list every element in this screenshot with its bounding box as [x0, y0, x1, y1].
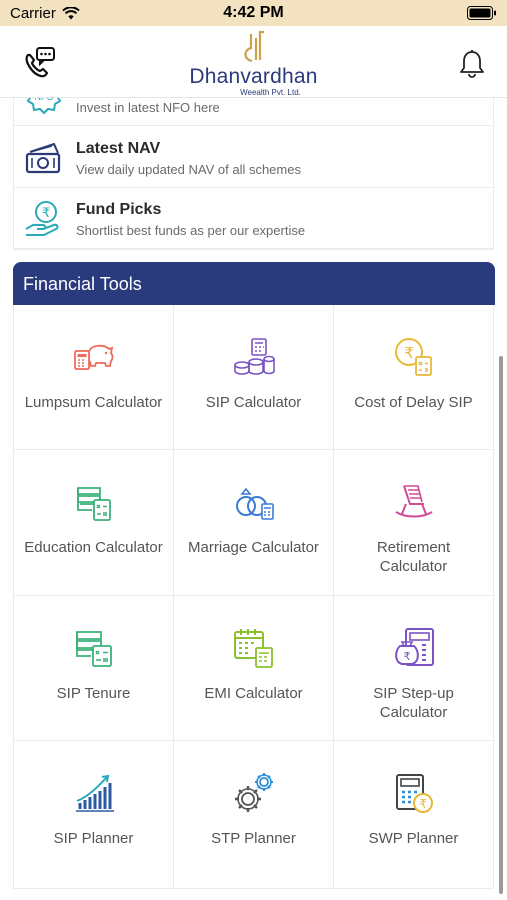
tool-label: Cost of Delay SIP — [354, 394, 473, 411]
tool-sip-tenure[interactable]: SIP Tenure — [14, 596, 174, 741]
list-item-title: Latest NAV — [76, 140, 161, 157]
growth-bars-icon — [76, 774, 114, 812]
brand-mark-icon — [243, 30, 264, 63]
list-item-nfo[interactable]: NFO Invest in latest NFO here — [14, 98, 493, 126]
app-header: Dhanvardhan Weealth Pvt. Ltd. — [0, 26, 507, 98]
rupee-hand-icon: ₹ — [25, 201, 59, 236]
calculator-rupee-icon: ₹ — [396, 774, 433, 813]
brand-subtitle: Weealth Pvt. Ltd. — [240, 88, 301, 97]
list-item-desc: View daily updated NAV of all schemes — [76, 162, 301, 177]
financial-tools-grid: Lumpsum Calculator SIP Calculator ₹ Cost… — [13, 305, 495, 889]
book-calculator-icon — [77, 487, 111, 521]
tool-label: SWP Planner — [368, 830, 459, 847]
coins-stack-icon — [234, 338, 275, 375]
tool-label: EMI Calculator — [204, 685, 303, 702]
svg-text:₹: ₹ — [42, 206, 50, 221]
tool-emi-calculator[interactable]: EMI Calculator — [174, 596, 334, 741]
brand-logo: Dhanvardhan Weealth Pvt. Ltd. — [0, 30, 507, 97]
status-time: 4:42 PM — [223, 4, 284, 21]
calendar-calculator-icon — [234, 629, 273, 668]
tool-sip-planner[interactable]: SIP Planner — [14, 741, 174, 889]
tool-label: Retirement Calculator — [376, 539, 451, 575]
list-item-desc: Invest in latest NFO here — [76, 100, 220, 115]
vertical-scrollbar[interactable] — [499, 356, 503, 894]
tool-label: SIP Calculator — [205, 394, 302, 411]
cash-icon — [25, 142, 61, 174]
list-item-title: Fund Picks — [76, 201, 162, 218]
svg-text:NFO: NFO — [35, 98, 54, 102]
money-bag-calculator-icon: ₹ — [395, 628, 434, 666]
tool-lumpsum-calculator[interactable]: Lumpsum Calculator — [14, 305, 174, 450]
rupee-coin-calculator-icon: ₹ — [395, 338, 432, 376]
tool-label: SIP Tenure — [56, 685, 131, 702]
tool-education-calculator[interactable]: Education Calculator — [14, 450, 174, 596]
list-item-fund-picks[interactable]: ₹ Fund Picks Shortlist best funds as per… — [14, 189, 493, 249]
rocking-chair-icon — [395, 485, 433, 518]
battery-icon — [467, 6, 496, 20]
tool-label: Education Calculator — [24, 539, 163, 556]
rings-calculator-icon — [236, 487, 274, 520]
carrier-label: Carrier — [10, 4, 56, 22]
nfo-icon: NFO — [26, 98, 62, 115]
svg-text:₹: ₹ — [404, 650, 411, 663]
tool-sip-step-up-calculator[interactable]: ₹ SIP Step-up Calculator — [334, 596, 494, 741]
tool-label: SIP Planner — [53, 830, 134, 847]
wifi-icon — [62, 6, 80, 19]
tool-stp-planner[interactable]: STP Planner — [174, 741, 334, 889]
tool-label: Lumpsum Calculator — [24, 394, 163, 411]
tenure-calculator-icon — [76, 631, 112, 667]
tool-cost-of-delay-sip[interactable]: ₹ Cost of Delay SIP — [334, 305, 494, 450]
svg-text:₹: ₹ — [404, 344, 414, 362]
svg-text:₹: ₹ — [419, 797, 427, 811]
section-header-financial-tools: Financial Tools — [13, 262, 495, 305]
list-item-desc: Shortlist best funds as per our expertis… — [76, 223, 306, 238]
tool-label: SIP Step-up Calculator — [373, 685, 454, 721]
status-bar: Carrier 4:42 PM — [0, 0, 507, 26]
bell-icon — [460, 50, 484, 78]
gears-icon — [235, 773, 273, 812]
piggy-calculator-icon — [74, 344, 114, 370]
tool-label: Marriage Calculator — [188, 539, 319, 556]
tool-swp-planner[interactable]: ₹ SWP Planner — [334, 741, 494, 889]
brand-name: Dhanvardhan — [189, 65, 318, 88]
tool-label: STP Planner — [211, 830, 296, 847]
tool-retirement-calculator[interactable]: Retirement Calculator — [334, 450, 494, 596]
list-item-latest-nav[interactable]: Latest NAV View daily updated NAV of all… — [14, 128, 493, 188]
tool-marriage-calculator[interactable]: Marriage Calculator — [174, 450, 334, 596]
tool-sip-calculator[interactable]: SIP Calculator — [174, 305, 334, 450]
services-list: NFO Invest in latest NFO here Latest NAV… — [13, 98, 494, 250]
notifications-button[interactable] — [452, 44, 492, 84]
